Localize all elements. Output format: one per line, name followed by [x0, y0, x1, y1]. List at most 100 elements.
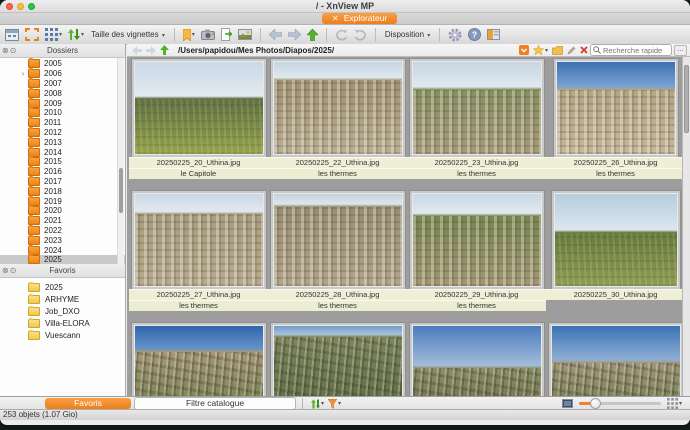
thumbnail-photo[interactable]: [551, 190, 681, 290]
folder-item-2024[interactable]: 2024: [0, 245, 125, 255]
settings-gear-icon[interactable]: [448, 26, 462, 43]
sort-icon[interactable]: ▾: [68, 26, 84, 43]
thumbnail-cell[interactable]: 20250225_29_Uthina.jpgles thermes: [407, 191, 546, 311]
edit-image-icon[interactable]: [238, 26, 252, 43]
folder-item-2011[interactable]: 2011: [0, 118, 125, 128]
panel-buttons-icon[interactable]: ⊗⊙: [2, 264, 17, 277]
back-icon[interactable]: [269, 26, 282, 43]
thumbnail-filename: 20250225_27_Uthina.jpg: [129, 289, 268, 300]
folder-item-2016[interactable]: 2016: [0, 167, 125, 177]
thumbnail-cell[interactable]: 20250225_26_Uthina.jpgles thermes: [546, 59, 685, 179]
layout-button[interactable]: Disposition ▾: [385, 30, 430, 39]
thumbnail-photo[interactable]: [409, 58, 545, 158]
rotate-ccw-icon[interactable]: [335, 26, 348, 43]
chevron-down-icon[interactable]: ▾: [59, 31, 62, 38]
folder-item-2020[interactable]: 2020: [0, 206, 125, 216]
tab-strip: ✕ Explorateur: [0, 13, 690, 25]
thumbnail-photo[interactable]: [270, 190, 406, 290]
thumbnail-cell[interactable]: 20250225_28_Uthina.jpgles thermes: [268, 191, 407, 311]
scrollbar-thumb[interactable]: [119, 168, 123, 213]
folder-item-2005[interactable]: 2005: [0, 59, 125, 69]
rotate-cw-icon[interactable]: [354, 26, 367, 43]
thumbnail-cell[interactable]: [268, 323, 407, 397]
thumbnail-photo[interactable]: [409, 190, 545, 290]
thumbnail-photo[interactable]: [270, 58, 406, 158]
folder-item-2018[interactable]: 2018: [0, 186, 125, 196]
folder-tree-scrollbar[interactable]: [117, 58, 124, 264]
thumbnail-photo[interactable]: [131, 58, 267, 158]
thumbnail-cell[interactable]: [546, 323, 685, 397]
thumbnail-cell[interactable]: 20250225_27_Uthina.jpgles thermes: [129, 191, 268, 311]
folder-label: 2008: [44, 89, 62, 98]
forward-icon[interactable]: [288, 26, 301, 43]
folder-item-2006[interactable]: ›2006: [0, 69, 125, 79]
folder-item-2008[interactable]: 2008: [0, 88, 125, 98]
chevron-down-icon[interactable]: ▾: [192, 31, 195, 38]
chevron-down-icon[interactable]: ▾: [338, 400, 341, 407]
scrollbar-thumb[interactable]: [684, 65, 689, 133]
thumbnail-photo[interactable]: [553, 58, 679, 158]
pane-scrollbar[interactable]: [682, 57, 690, 397]
folder-item-2009[interactable]: 2009: [0, 98, 125, 108]
folder-item-2025[interactable]: 2025: [0, 255, 125, 264]
slider-knob[interactable]: [590, 398, 601, 409]
folder-item-2010[interactable]: 2010: [0, 108, 125, 118]
thumbnail-cell[interactable]: 20250225_23_Uthina.jpgles thermes: [407, 59, 546, 179]
slider-track[interactable]: [579, 402, 661, 405]
thumbnail-filename: 20250225_23_Uthina.jpg: [407, 157, 546, 168]
chevron-down-icon[interactable]: ▾: [81, 31, 84, 38]
browser-mode-icon[interactable]: [5, 26, 19, 43]
export-icon[interactable]: [221, 26, 232, 43]
expander-icon[interactable]: ›: [18, 70, 28, 78]
folder-icon: [28, 69, 40, 78]
folder-item-2021[interactable]: 2021: [0, 216, 125, 226]
thumbnail-cell[interactable]: [129, 323, 268, 397]
folder-item-2019[interactable]: 2019: [0, 196, 125, 206]
folder-item-2017[interactable]: 2017: [0, 177, 125, 187]
up-icon[interactable]: [307, 26, 318, 43]
panel-tab-favoris[interactable]: Favoris: [45, 398, 131, 409]
folder-label: 2015: [44, 157, 62, 166]
thumbnail-filename: 20250225_29_Uthina.jpg: [407, 289, 546, 300]
thumbnail-photo[interactable]: [270, 322, 406, 397]
help-icon[interactable]: ?: [468, 26, 481, 43]
tag-icon[interactable]: ▾: [183, 26, 195, 43]
thumbnail-photo[interactable]: [409, 322, 545, 397]
favorite-item-Vuescann[interactable]: Vuescann: [0, 329, 125, 341]
status-bar: 253 objets (1.07 Gio): [0, 409, 690, 420]
thumbnail-cell[interactable]: 20250225_20_Uthina.jpgle Capitole: [129, 59, 268, 179]
favorite-item-2025[interactable]: 2025: [0, 281, 125, 293]
favorite-item-Villa-ELORA[interactable]: Villa-ELORA: [0, 317, 125, 329]
thumbnail-filename: 20250225_26_Uthina.jpg: [546, 157, 685, 168]
thumbnail-cell[interactable]: 20250225_30_Uthina.jpg: [546, 191, 685, 311]
camera-icon[interactable]: [201, 26, 215, 43]
folder-item-2023[interactable]: 2023: [0, 235, 125, 245]
tab-explorateur[interactable]: ✕ Explorateur: [322, 13, 397, 24]
folder-icon: [28, 226, 40, 235]
thumbnail-photo[interactable]: [131, 190, 267, 290]
panels-icon[interactable]: [487, 26, 500, 43]
thumbnail-photo[interactable]: [131, 322, 267, 397]
thumbnail-cell[interactable]: 20250225_22_Uthina.jpgles thermes: [268, 59, 407, 179]
chevron-down-icon[interactable]: ▾: [321, 400, 324, 407]
thumbnail-view-icon[interactable]: ▾: [45, 26, 62, 43]
thumbnail-size-button[interactable]: Taille des vignettes ▾: [91, 30, 165, 39]
thumbnail-cell[interactable]: [407, 323, 546, 397]
folder-item-2014[interactable]: 2014: [0, 147, 125, 157]
favorite-item-ARHYME[interactable]: ARHYME: [0, 293, 125, 305]
folder-item-2015[interactable]: 2015: [0, 157, 125, 167]
chevron-down-icon[interactable]: ▾: [679, 400, 682, 407]
thumbnail-photo[interactable]: [548, 322, 684, 397]
panel-tab-filtre-catalogue[interactable]: Filtre catalogue: [134, 397, 296, 410]
fullscreen-icon[interactable]: [25, 26, 39, 43]
folder-item-2013[interactable]: 2013: [0, 137, 125, 147]
folder-icon: [28, 206, 40, 215]
tab-close-icon[interactable]: ✕: [332, 13, 339, 24]
thumbnail-filename: 20250225_20_Uthina.jpg: [129, 157, 268, 168]
folder-item-2007[interactable]: 2007: [0, 79, 125, 89]
photo-image: [273, 325, 403, 397]
folder-item-2022[interactable]: 2022: [0, 226, 125, 236]
favorite-item-Job_DXO[interactable]: Job_DXO: [0, 305, 125, 317]
panel-buttons-icon[interactable]: ⊗⊙: [2, 44, 17, 57]
folder-item-2012[interactable]: 2012: [0, 128, 125, 138]
